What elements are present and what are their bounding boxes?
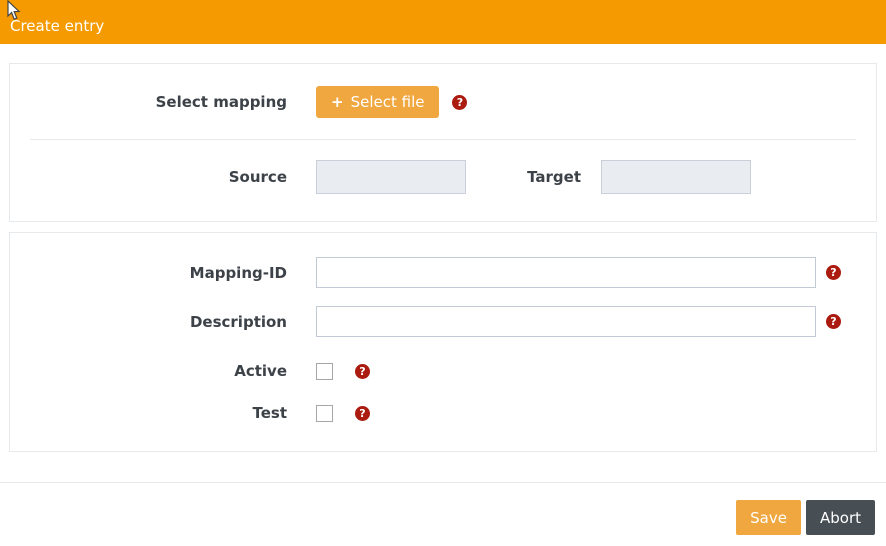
page-title: Create entry bbox=[10, 17, 104, 35]
select-mapping-row: Select mapping + Select file ? bbox=[10, 86, 876, 118]
source-target-row: Source Target bbox=[10, 160, 876, 194]
help-icon-mapping-id[interactable]: ? bbox=[826, 265, 841, 280]
panel-divider bbox=[30, 139, 856, 140]
description-label: Description bbox=[10, 313, 287, 331]
help-icon-description[interactable]: ? bbox=[826, 314, 841, 329]
target-input bbox=[601, 160, 751, 194]
description-row: Description ? bbox=[10, 306, 876, 337]
select-file-button[interactable]: + Select file bbox=[316, 86, 439, 118]
target-label: Target bbox=[466, 168, 581, 186]
page-header: Create entry bbox=[0, 0, 886, 44]
help-icon-select-file[interactable]: ? bbox=[452, 95, 467, 110]
footer-actions: Save Abort bbox=[0, 500, 875, 535]
select-file-button-label: Select file bbox=[351, 93, 425, 111]
details-panel: Mapping-ID ? Description ? Active ? Test… bbox=[9, 232, 877, 452]
mapping-id-row: Mapping-ID ? bbox=[10, 257, 876, 288]
save-button[interactable]: Save bbox=[736, 500, 801, 535]
help-icon-test[interactable]: ? bbox=[355, 406, 370, 421]
test-label: Test bbox=[10, 404, 287, 422]
abort-button[interactable]: Abort bbox=[806, 500, 875, 535]
mapping-id-input[interactable] bbox=[316, 257, 816, 288]
help-icon-active[interactable]: ? bbox=[355, 364, 370, 379]
source-input bbox=[316, 160, 466, 194]
active-checkbox[interactable] bbox=[316, 363, 333, 380]
active-row: Active ? bbox=[10, 362, 876, 380]
test-checkbox[interactable] bbox=[316, 405, 333, 422]
active-label: Active bbox=[10, 362, 287, 380]
footer-divider bbox=[0, 482, 886, 483]
test-row: Test ? bbox=[10, 404, 876, 422]
source-label: Source bbox=[10, 168, 287, 186]
mapping-panel: Select mapping + Select file ? Source Ta… bbox=[9, 63, 877, 222]
select-mapping-label: Select mapping bbox=[10, 93, 287, 111]
description-input[interactable] bbox=[316, 306, 816, 337]
mapping-id-label: Mapping-ID bbox=[10, 264, 287, 282]
plus-icon: + bbox=[331, 93, 344, 111]
